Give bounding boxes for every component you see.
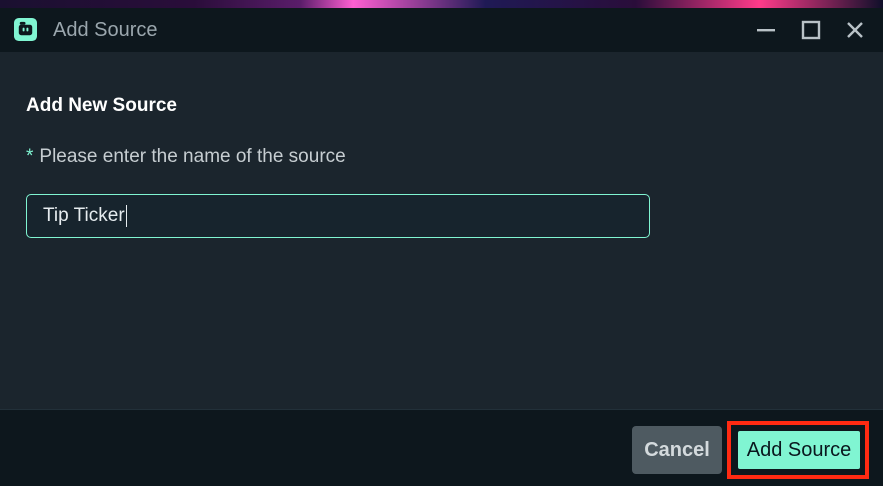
cancel-button[interactable]: Cancel (632, 426, 722, 474)
dialog-body: Add New Source * Please enter the name of… (0, 52, 883, 409)
source-name-label: * Please enter the name of the source (26, 146, 346, 168)
source-name-input[interactable]: Tip Ticker (26, 194, 650, 238)
window-title: Add Source (53, 19, 158, 41)
add-source-highlight: Add Source (727, 421, 869, 479)
source-name-label-text: Please enter the name of the source (39, 146, 346, 167)
text-caret (125, 205, 128, 227)
required-marker: * (26, 146, 34, 167)
dialog-heading: Add New Source (26, 95, 177, 116)
source-name-input-value: Tip Ticker (43, 205, 125, 226)
close-icon (847, 22, 863, 38)
close-button[interactable] (839, 14, 871, 46)
streamlabs-logo-icon (14, 18, 37, 41)
dialog-footer: Cancel Add Source (0, 409, 883, 486)
maximize-icon (801, 20, 821, 40)
maximize-button[interactable] (795, 14, 827, 46)
window-titlebar: Add Source (0, 8, 883, 52)
add-source-button[interactable]: Add Source (738, 431, 860, 469)
minimize-button[interactable] (750, 14, 782, 46)
minimize-icon (757, 29, 775, 32)
